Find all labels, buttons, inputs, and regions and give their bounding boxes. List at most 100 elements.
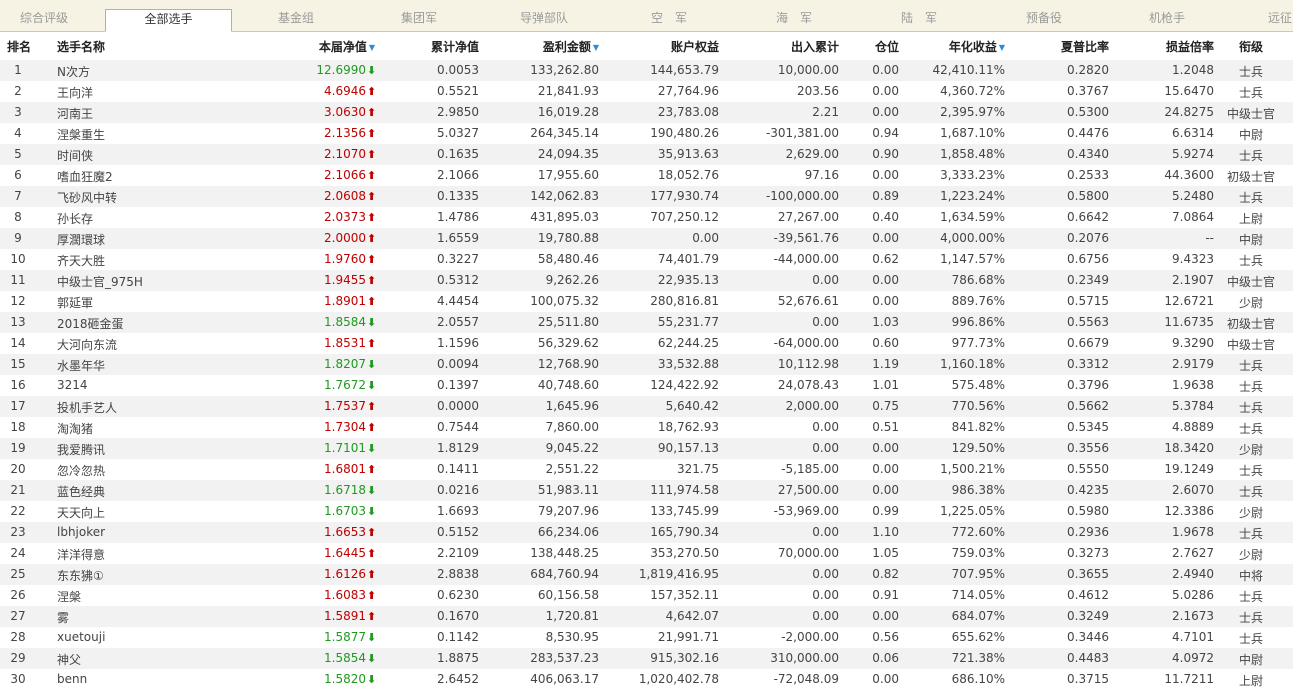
cell-profit-amount: 9,045.22 xyxy=(545,441,599,455)
table-row[interactable]: 17 投机手艺人 1.7537⬆ 0.0000 1,645.96 5,640.42 2,00… xyxy=(0,396,1293,417)
table-row[interactable]: 3 河南王 3.0630⬆ 2.9850 16,019.28 23,783.08 2.21 0… xyxy=(0,102,1293,123)
tab-fund-group[interactable]: 基金组 xyxy=(270,9,322,31)
header-inout-total[interactable]: 出入累计 xyxy=(760,38,839,55)
table-row[interactable]: 9 厚濶環球 2.0000⬆ 1.6559 19,780.88 0.00 -39,561.7… xyxy=(0,228,1293,249)
table-row[interactable]: 12 郭延軍 1.8901⬆ 4.4454 100,075.32 280,816.81 52… xyxy=(0,291,1293,312)
table-row[interactable]: 25 东东狒① 1.6126⬆ 2.8838 684,760.94 1,819,416.9… xyxy=(0,564,1293,585)
table-row[interactable]: 8 孙长存 2.0373⬆ 1.4786 431,895.03 707,250.12 27,… xyxy=(0,207,1293,228)
header-profit-amount[interactable]: 盈利金额 ▼ xyxy=(520,38,599,55)
tab-machine-gunner[interactable]: 机枪手 xyxy=(1141,9,1193,31)
cell-player-name[interactable]: 洋洋得意 xyxy=(57,546,105,563)
header-player-name[interactable]: 选手名称 xyxy=(57,38,105,55)
cell-annual-return: 4,360.72% xyxy=(940,84,1005,98)
table-row[interactable]: 10 齐天大胜 1.9760⬆ 0.3227 58,480.46 74,401.79 -44… xyxy=(0,249,1293,270)
sort-down-icon: ▼ xyxy=(368,43,375,52)
cell-player-name[interactable]: 我爱腾讯 xyxy=(57,441,105,458)
nav-value: 1.8584 xyxy=(324,315,366,329)
table-row[interactable]: 2 王向洋 4.6946⬆ 0.5521 21,841.93 27,764.96 203.5… xyxy=(0,81,1293,102)
table-row[interactable]: 18 淘淘猪 1.7304⬆ 0.7544 7,860.00 18,762.93 0.00 0… xyxy=(0,417,1293,438)
cell-player-name[interactable]: 河南王 xyxy=(57,105,93,122)
cell-player-name[interactable]: 中级士官_975H xyxy=(57,273,143,290)
cell-sharpe-ratio: 0.3249 xyxy=(1067,609,1109,623)
cell-player-name[interactable]: 嗜血狂魔2 xyxy=(57,168,113,185)
cell-cumulative-nav: 0.3227 xyxy=(437,252,479,266)
cell-player-name[interactable]: 天天向上 xyxy=(57,504,105,521)
cell-player-name[interactable]: 涅槃 xyxy=(57,588,81,605)
cell-player-name[interactable]: 齐天大胜 xyxy=(57,252,105,269)
table-row[interactable]: 16 3214 1.7672⬇ 0.1397 40,748.60 124,422.92 24… xyxy=(0,375,1293,396)
cell-inout-total: -53,969.00 xyxy=(773,504,839,518)
cell-player-name[interactable]: 时间侠 xyxy=(57,147,93,164)
tab-navy[interactable]: 海 军 xyxy=(772,9,816,31)
table-row[interactable]: 28 xuetouji 1.5877⬇ 0.1142 8,530.95 21,991.71… xyxy=(0,627,1293,648)
cell-sharpe-ratio: 0.4476 xyxy=(1067,126,1109,140)
cell-player-name[interactable]: 投机手艺人 xyxy=(57,399,117,416)
table-row[interactable]: 5 时间侠 2.1070⬆ 0.1635 24,094.35 35,913.63 2,629… xyxy=(0,144,1293,165)
tab-composite-rating[interactable]: 综合评级 xyxy=(18,9,70,31)
tab-all-players[interactable]: 全部选手 xyxy=(105,9,232,32)
header-annual-return[interactable]: 年化收益 ▼ xyxy=(920,38,1005,55)
cell-sharpe-ratio: 0.5563 xyxy=(1067,315,1109,329)
tab-group-army[interactable]: 集团军 xyxy=(393,9,445,31)
cell-player-name[interactable]: xuetouji xyxy=(57,630,105,644)
cell-player-name[interactable]: 涅槃重生 xyxy=(57,126,105,143)
tab-reserve[interactable]: 预备役 xyxy=(1018,9,1070,31)
cell-profit-amount: 12,768.90 xyxy=(537,357,599,371)
tab-army[interactable]: 陆 军 xyxy=(897,9,941,31)
table-row[interactable]: 14 大河向东流 1.8531⬆ 1.1596 56,329.62 62,244.25 -6… xyxy=(0,333,1293,354)
cell-player-name[interactable]: 蓝色经典 xyxy=(57,483,105,500)
cell-player-name[interactable]: 郭延軍 xyxy=(57,294,93,311)
tab-expedition[interactable]: 远征 xyxy=(1268,9,1293,31)
table-row[interactable]: 21 蓝色经典 1.6718⬇ 0.0216 51,983.11 111,974.58 27… xyxy=(0,480,1293,501)
header-current-nav[interactable]: 本届净值 ▼ xyxy=(300,38,375,55)
cell-player-name[interactable]: 大河向东流 xyxy=(57,336,117,353)
table-row[interactable]: 4 涅槃重生 2.1356⬆ 5.0327 264,345.14 190,480.26 -3… xyxy=(0,123,1293,144)
cell-player-name[interactable]: 忽冷忽热 xyxy=(57,462,105,479)
cell-player-name[interactable]: 水墨年华 xyxy=(57,357,105,374)
table-row[interactable]: 29 神父 1.5854⬇ 1.8875 283,537.23 915,302.16 310… xyxy=(0,648,1293,669)
table-row[interactable]: 30 benn 1.5820⬇ 2.6452 406,063.17 1,020,402.7… xyxy=(0,669,1293,690)
table-row[interactable]: 22 天天向上 1.6703⬇ 1.6693 79,207.96 133,745.99 -5… xyxy=(0,501,1293,522)
header-account-equity[interactable]: 账户权益 xyxy=(640,38,719,55)
cell-player-name[interactable]: 3214 xyxy=(57,378,88,392)
table-row[interactable]: 20 忽冷忽热 1.6801⬆ 0.1411 2,551.22 321.75 -5,185.… xyxy=(0,459,1293,480)
table-header: 排名 选手名称 本届净值 ▼ 累计净值 盈利金额 ▼ 账户权益 出入累计 仓位 年化… xyxy=(0,32,1293,59)
cell-player-name[interactable]: 王向洋 xyxy=(57,84,93,101)
cell-player-name[interactable]: lbhjoker xyxy=(57,525,105,539)
cell-player-name[interactable]: 厚濶環球 xyxy=(57,231,105,248)
cell-account-equity: 33,532.88 xyxy=(657,357,719,371)
header-sharpe-ratio[interactable]: 夏普比率 xyxy=(1030,38,1109,55)
header-cumulative-nav[interactable]: 累计净值 xyxy=(400,38,479,55)
cell-player-name[interactable]: 孙长存 xyxy=(57,210,93,227)
table-row[interactable]: 19 我爱腾讯 1.7101⬇ 1.8129 9,045.22 90,157.13 0.00… xyxy=(0,438,1293,459)
table-row[interactable]: 24 洋洋得意 1.6445⬆ 2.2109 138,448.25 353,270.50 7… xyxy=(0,543,1293,564)
table-row[interactable]: 1 N次方 12.6990⬇ 0.0053 133,262.80 144,653.79 10… xyxy=(0,60,1293,81)
table-row[interactable]: 27 雾 1.5891⬆ 0.1670 1,720.81 4,642.07 0.00 0.00… xyxy=(0,606,1293,627)
cell-profit-amount: 7,860.00 xyxy=(545,420,599,434)
cell-sharpe-ratio: 0.6679 xyxy=(1067,336,1109,350)
table-row[interactable]: 6 嗜血狂魔2 2.1066⬆ 2.1066 17,955.60 18,052.76 97.… xyxy=(0,165,1293,186)
cell-player-name[interactable]: 飞砂风中转 xyxy=(57,189,117,206)
table-row[interactable]: 23 lbhjoker 1.6653⬆ 0.5152 66,234.06 165,790.… xyxy=(0,522,1293,543)
header-grade[interactable]: 衔级 xyxy=(1226,38,1276,55)
table-row[interactable]: 26 涅槃 1.6083⬆ 0.6230 60,156.58 157,352.11 0.00… xyxy=(0,585,1293,606)
header-rank[interactable]: 排名 xyxy=(7,38,31,55)
table-row[interactable]: 15 水墨年华 1.8207⬇ 0.0094 12,768.90 33,532.88 10,… xyxy=(0,354,1293,375)
table-row[interactable]: 11 中级士官_975H 1.9455⬆ 0.5312 9,262.26 22,935.1… xyxy=(0,270,1293,291)
cell-player-name[interactable]: 神父 xyxy=(57,651,81,668)
cell-player-name[interactable]: 雾 xyxy=(57,609,69,626)
table-row[interactable]: 13 2018砸金蛋 1.8584⬇ 2.0557 25,511.80 55,231.77… xyxy=(0,312,1293,333)
tab-missile-force[interactable]: 导弹部队 xyxy=(512,9,576,31)
tab-air-force[interactable]: 空 军 xyxy=(647,9,691,31)
cell-cumulative-nav: 0.1335 xyxy=(437,189,479,203)
table-row[interactable]: 7 飞砂风中转 2.0608⬆ 0.1335 142,062.83 177,930.74 -… xyxy=(0,186,1293,207)
cell-player-name[interactable]: 淘淘猪 xyxy=(57,420,93,437)
header-pl-ratio[interactable]: 损益倍率 xyxy=(1130,38,1214,55)
cell-player-name[interactable]: 2018砸金蛋 xyxy=(57,315,124,332)
cell-annual-return: 1,500.21% xyxy=(940,462,1005,476)
cell-grade: 士兵 xyxy=(1238,590,1263,604)
cell-player-name[interactable]: 东东狒① xyxy=(57,567,104,584)
cell-player-name[interactable]: N次方 xyxy=(57,63,90,80)
header-position[interactable]: 仓位 xyxy=(850,38,899,55)
cell-player-name[interactable]: benn xyxy=(57,672,87,686)
